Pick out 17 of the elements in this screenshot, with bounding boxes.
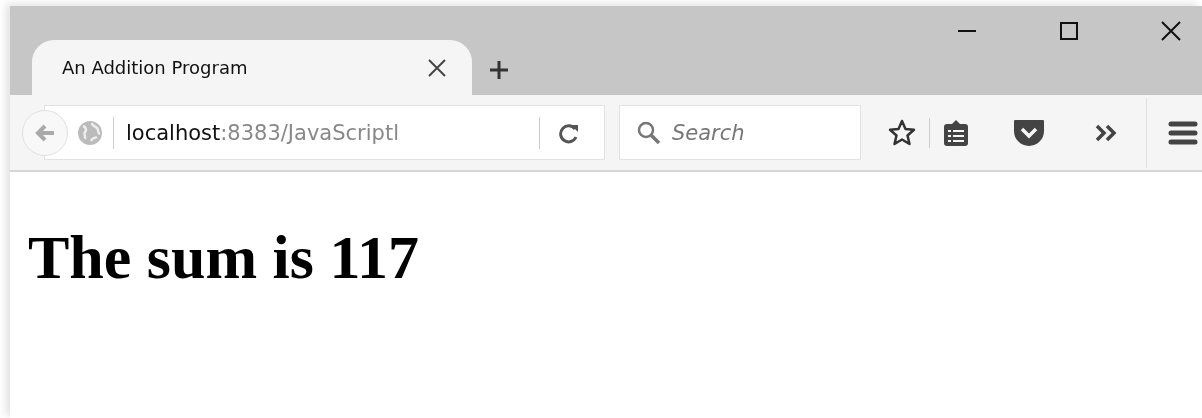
close-icon[interactable] xyxy=(1160,20,1182,42)
reload-icon[interactable] xyxy=(558,121,580,144)
url-text[interactable]: localhost:8383/JavaScriptl xyxy=(126,120,539,145)
close-icon[interactable] xyxy=(426,56,448,79)
search-field[interactable]: Search xyxy=(672,120,842,145)
search-bar[interactable]: Search xyxy=(619,105,861,160)
new-tab-icon[interactable] xyxy=(488,59,510,81)
maximize-icon[interactable] xyxy=(1058,20,1080,42)
clipboard-icon[interactable] xyxy=(942,117,970,148)
menu-icon[interactable] xyxy=(1167,119,1199,146)
back-arrow-icon xyxy=(34,122,56,143)
address-bar[interactable]: localhost:8383/JavaScriptl xyxy=(44,105,605,160)
search-icon[interactable] xyxy=(636,119,662,146)
browser-tab[interactable]: An Addition Program xyxy=(32,40,472,95)
pocket-icon[interactable] xyxy=(1012,117,1046,148)
page-heading: The sum is 117 xyxy=(28,222,421,293)
star-icon[interactable] xyxy=(887,117,917,148)
